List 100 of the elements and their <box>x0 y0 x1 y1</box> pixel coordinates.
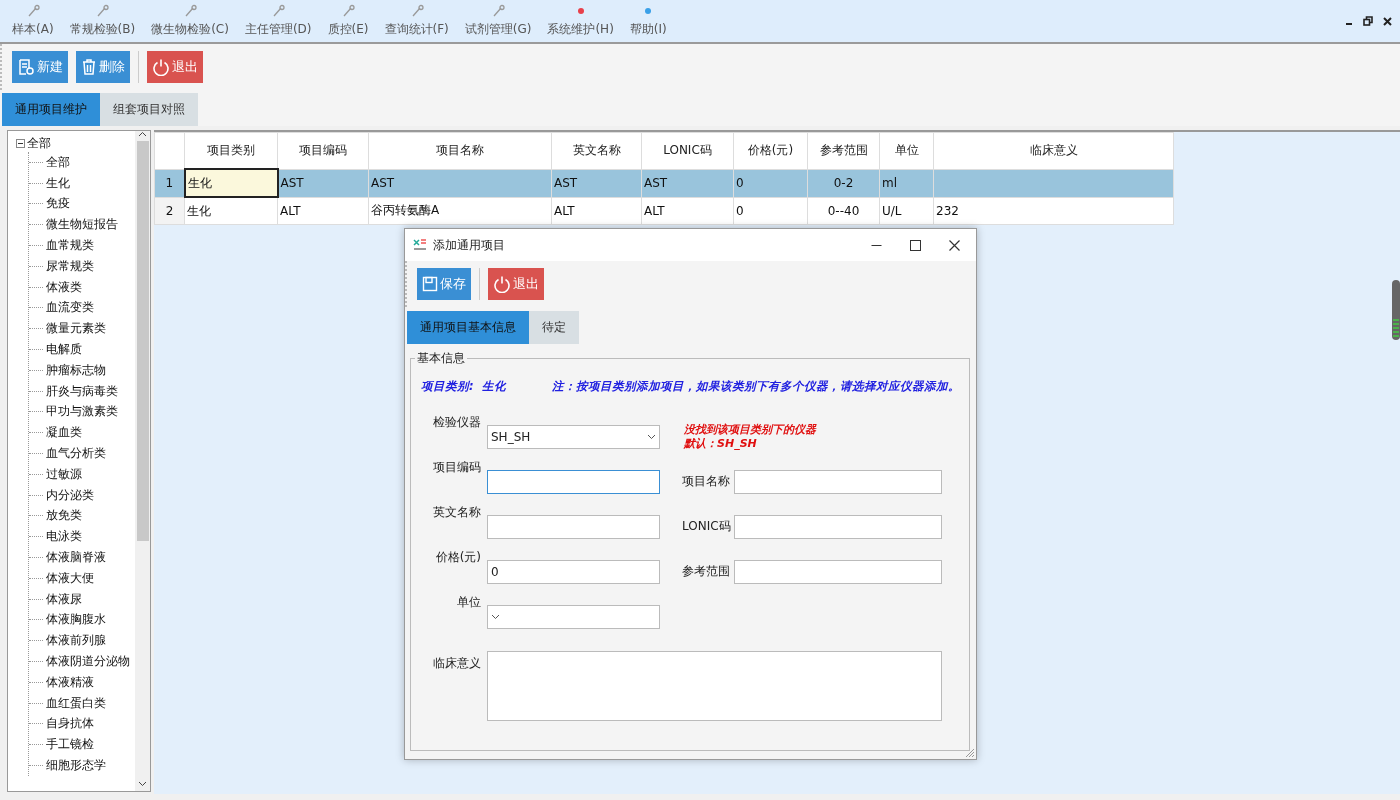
tree-item[interactable]: 微量元素类 <box>46 320 106 338</box>
menu-item[interactable]: 微生物检验(C) <box>147 0 233 42</box>
tree-item[interactable]: 体液尿 <box>46 590 82 608</box>
tool-icon <box>95 4 110 18</box>
input-field[interactable] <box>734 559 942 584</box>
tree-item[interactable]: 体液阴道分泌物 <box>46 653 130 670</box>
column-header[interactable]: 临床意义 <box>933 132 1174 169</box>
warning-text: 没找到该项目类别下的仪器 <box>684 422 818 437</box>
text-area[interactable] <box>487 651 942 721</box>
menu-item[interactable]: 系统维护(H) <box>543 0 618 42</box>
table-cell: AST <box>641 169 734 197</box>
table-cell: 生化 <box>184 197 278 225</box>
menu-item[interactable]: 主任管理(D) <box>240 0 316 42</box>
field-label: 价格(元) <box>434 549 482 566</box>
field-label: 检验仪器 <box>432 414 482 431</box>
column-header[interactable]: LONIC码 <box>641 132 734 169</box>
column-header[interactable]: 参考范围 <box>807 132 880 169</box>
column-header[interactable]: 项目类别 <box>184 132 278 169</box>
exit-button[interactable]: 退出 <box>488 268 544 300</box>
tree-item[interactable]: 血流变类 <box>46 299 94 317</box>
input-field[interactable]: 0 <box>487 559 660 584</box>
save-icon <box>422 276 438 292</box>
tree-item[interactable]: 微生物短报告 <box>46 216 118 234</box>
close-icon[interactable] <box>1383 16 1392 26</box>
tree-item[interactable]: 体液精液 <box>46 673 94 691</box>
tree-item[interactable]: 自身抗体 <box>46 715 94 733</box>
chevron-down-icon <box>647 433 656 440</box>
menu-item[interactable]: 帮助(I) <box>625 0 671 42</box>
tree-item[interactable]: 甲功与激素类 <box>46 403 118 421</box>
tree-item[interactable]: 放免类 <box>46 507 82 525</box>
tab[interactable]: 组套项目对照 <box>100 93 198 126</box>
input-field[interactable] <box>487 469 660 494</box>
field-label: 项目名称 <box>682 473 731 490</box>
tree-item[interactable]: 血气分析类 <box>46 445 106 463</box>
table-cell: 0 <box>733 197 808 225</box>
input-field[interactable] <box>734 514 942 539</box>
close-icon[interactable] <box>949 239 960 251</box>
tree-item[interactable]: 体液前列腺 <box>46 632 106 650</box>
exit-button[interactable]: 退出 <box>147 51 203 83</box>
table-cell: ALT <box>551 197 642 225</box>
field-label: 项目编码 <box>432 459 482 476</box>
table-cell: AST <box>551 169 642 197</box>
table-cell: ALT <box>277 197 369 225</box>
table-cell: 谷丙转氨酶A <box>368 197 552 225</box>
column-header[interactable]: 单位 <box>879 132 934 169</box>
menu-item[interactable]: 试剂管理(G) <box>460 0 536 42</box>
tree-item[interactable]: 全部 <box>27 134 51 152</box>
column-header[interactable]: 项目名称 <box>368 132 552 169</box>
power-icon <box>493 275 511 293</box>
tree-item[interactable]: 凝血类 <box>46 424 82 442</box>
category-value: 生化 <box>481 379 506 394</box>
menu-item[interactable]: 查询统计(F) <box>380 0 453 42</box>
warning-text: 默认：SH_SH <box>684 436 758 451</box>
table-cell: 232 <box>933 197 1174 225</box>
tab[interactable]: 待定 <box>529 311 579 344</box>
tree-item[interactable]: 免疫 <box>46 195 70 213</box>
cell-editor[interactable]: 生化 <box>184 169 278 197</box>
tree-item[interactable]: 电泳类 <box>46 528 82 546</box>
collapse-icon[interactable] <box>16 138 25 148</box>
menu-item[interactable]: 质控(E) <box>323 0 373 42</box>
tree-item[interactable]: 体液脑脊液 <box>46 549 106 567</box>
menu-item[interactable]: 样本(A) <box>8 0 58 42</box>
table-cell: AST <box>368 169 552 197</box>
tool-icon <box>183 4 198 18</box>
tree-item[interactable]: 血红蛋白类 <box>46 694 106 712</box>
scrollbar[interactable] <box>135 131 150 791</box>
chevron-down-icon <box>491 613 500 620</box>
tree-item[interactable]: 体液类 <box>46 278 82 296</box>
menu-item[interactable]: 常规检验(B) <box>65 0 140 42</box>
tree-item[interactable]: 电解质 <box>46 341 82 359</box>
app-logo-icon <box>413 239 427 251</box>
tree-item[interactable]: 手工镜检 <box>46 736 94 754</box>
tree-item[interactable]: 尿常规类 <box>46 257 94 275</box>
restore-icon[interactable] <box>1363 16 1373 26</box>
tree-item[interactable]: 生化 <box>46 174 70 192</box>
tab[interactable]: 通用项目基本信息 <box>407 311 529 344</box>
tree-item[interactable]: 血常规类 <box>46 237 94 255</box>
row-number: 2 <box>154 197 185 225</box>
table-cell: AST <box>277 169 369 197</box>
tree-item[interactable]: 肝炎与病毒类 <box>46 382 118 400</box>
column-header[interactable]: 价格(元) <box>733 132 808 169</box>
tree-item[interactable]: 全部 <box>46 153 70 171</box>
input-field[interactable] <box>487 514 660 539</box>
document-icon <box>17 58 35 76</box>
tree-item[interactable]: 细胞形态学 <box>46 757 106 774</box>
tab[interactable]: 通用项目维护 <box>2 93 100 126</box>
tree-item[interactable]: 肿瘤标志物 <box>46 361 106 379</box>
trash-icon <box>81 58 97 76</box>
dropdown-field[interactable] <box>487 604 660 629</box>
dropdown-field[interactable]: SH_SH <box>487 424 660 449</box>
maximize-icon[interactable] <box>910 239 921 251</box>
tree-item[interactable]: 体液胸腹水 <box>46 611 106 629</box>
field-label: 英文名称 <box>432 504 482 521</box>
tree-item[interactable]: 内分泌类 <box>46 486 94 504</box>
column-header[interactable]: 项目编码 <box>277 132 369 169</box>
column-header[interactable]: 英文名称 <box>551 132 642 169</box>
input-field[interactable] <box>734 469 942 494</box>
tree-item[interactable]: 体液大便 <box>46 569 94 587</box>
field-label: LONIC码 <box>682 518 732 535</box>
tree-item[interactable]: 过敏源 <box>46 465 82 483</box>
